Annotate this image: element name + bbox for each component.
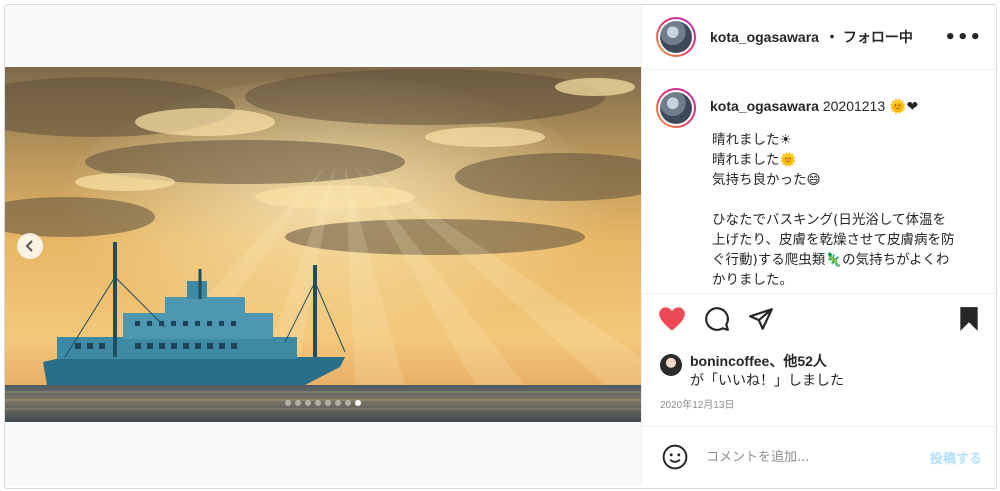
follow-status[interactable]: ・ フォロー中 [825, 27, 913, 47]
caption-paragraph-line: ひなたでバスキング(日光浴して体温を [712, 212, 946, 228]
smiley-icon[interactable] [662, 444, 688, 474]
caption-avatar[interactable] [656, 88, 696, 128]
chevron-left-icon [24, 237, 36, 256]
carousel-dot [315, 400, 321, 406]
carousel-dot [355, 400, 361, 406]
post-photo[interactable] [5, 67, 641, 422]
post-timestamp: 2020年12月13日 [660, 400, 735, 411]
carousel-prev-button[interactable] [17, 233, 43, 259]
carousel-dot [325, 400, 331, 406]
carousel-dot [345, 400, 351, 406]
likes-summary[interactable]: bonincoffee、他52人 が「いいね！」しました [660, 352, 844, 390]
caption-paragraph-line: かりました。 [712, 272, 793, 288]
post-sidebar: kota_ogasawara ・ フォロー中 ••• kota_ogasawar… [642, 5, 996, 486]
caption-paragraph-line: 上げたり、皮膚を乾燥させて皮膚病を防 [712, 232, 955, 248]
share-icon[interactable] [748, 306, 774, 336]
comment-input[interactable] [704, 445, 918, 469]
ship-at-sunset-image [5, 67, 641, 422]
media-panel [5, 5, 642, 486]
liker-avatar[interactable] [660, 354, 682, 376]
post-comment-button[interactable]: 投稿する [930, 448, 982, 467]
bookmark-icon[interactable] [958, 306, 980, 336]
caption-line: 晴れました🌞 [712, 152, 797, 168]
post-header: kota_ogasawara ・ フォロー中 ••• [642, 5, 996, 70]
caption-line: 晴れました☀ [712, 132, 792, 148]
caption-date-tag: 20201213 [822, 98, 886, 114]
carousel-dot [305, 400, 311, 406]
carousel-dot [335, 400, 341, 406]
caption: kota_ogasawara 20201213 🌞❤ 晴れました☀ 晴れました🌞… [642, 70, 996, 292]
post-dialog: kota_ogasawara ・ フォロー中 ••• kota_ogasawar… [4, 4, 997, 489]
heart-icon[interactable] [658, 306, 686, 336]
more-icon[interactable]: ••• [944, 27, 982, 48]
likes-suffix: が「いいね！」しました [690, 372, 844, 388]
carousel-dot [295, 400, 301, 406]
comment-icon[interactable] [704, 306, 730, 336]
comment-bar: 投稿する [642, 426, 996, 487]
caption-header-emojis: 🌞❤ [889, 98, 919, 114]
caption-username[interactable]: kota_ogasawara [710, 98, 819, 114]
carousel-indicator [5, 400, 641, 406]
action-bar [642, 293, 996, 346]
caption-text: 晴れました☀ 晴れました🌞 気持ち良かった😄 ひなたでバスキング(日光浴して体温… [712, 130, 984, 290]
caption-paragraph-line: ぐ行動)する爬虫類🦎の気持ちがよくわ [712, 252, 950, 268]
author-avatar[interactable] [656, 17, 696, 57]
author-username[interactable]: kota_ogasawara [710, 29, 819, 45]
likes-names[interactable]: bonincoffee、他52人 [690, 353, 827, 369]
carousel-dot [285, 400, 291, 406]
caption-line: 気持ち良かった😄 [712, 172, 821, 188]
